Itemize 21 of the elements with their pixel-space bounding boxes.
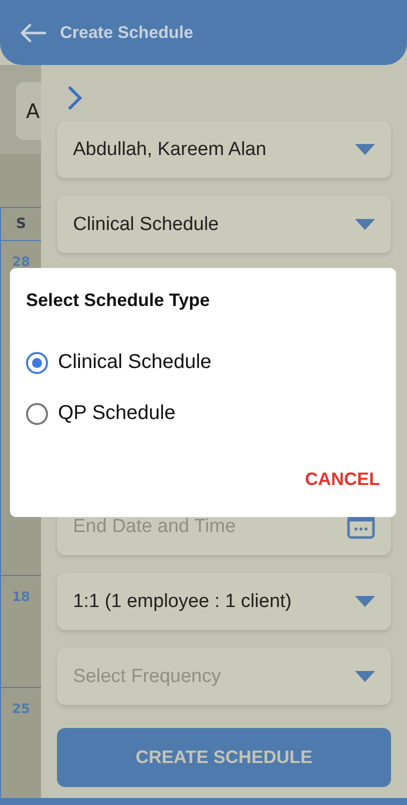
- dropdown-field[interactable]: Abdullah, Kareem Alan: [57, 121, 391, 178]
- dropdown-caret-icon: [355, 144, 375, 155]
- dropdown-caret-icon: [355, 671, 375, 682]
- radio-button[interactable]: [26, 352, 48, 374]
- radio-button[interactable]: [26, 402, 48, 424]
- date-number: 25: [12, 702, 30, 718]
- date-number: 28: [12, 255, 30, 271]
- dropdown-caret-icon: [355, 596, 375, 607]
- dialog-title: Select Schedule Type: [26, 290, 211, 311]
- dropdown-caret-icon: [355, 219, 375, 230]
- back-arrow-icon[interactable]: [20, 22, 46, 42]
- dropdown-field[interactable]: Clinical Schedule: [57, 196, 391, 253]
- weekday-label: S: [16, 216, 26, 232]
- background-card: A: [16, 82, 41, 140]
- option-label[interactable]: QP Schedule: [58, 402, 176, 425]
- screen-title: Create Schedule: [60, 22, 194, 42]
- chevron-right-icon[interactable]: [67, 85, 83, 111]
- dropdown-field[interactable]: 1:1 (1 employee : 1 client): [57, 573, 391, 630]
- cancel-button[interactable]: CANCEL: [305, 469, 380, 490]
- option-label[interactable]: Clinical Schedule: [58, 351, 212, 374]
- date-number: 18: [12, 590, 30, 606]
